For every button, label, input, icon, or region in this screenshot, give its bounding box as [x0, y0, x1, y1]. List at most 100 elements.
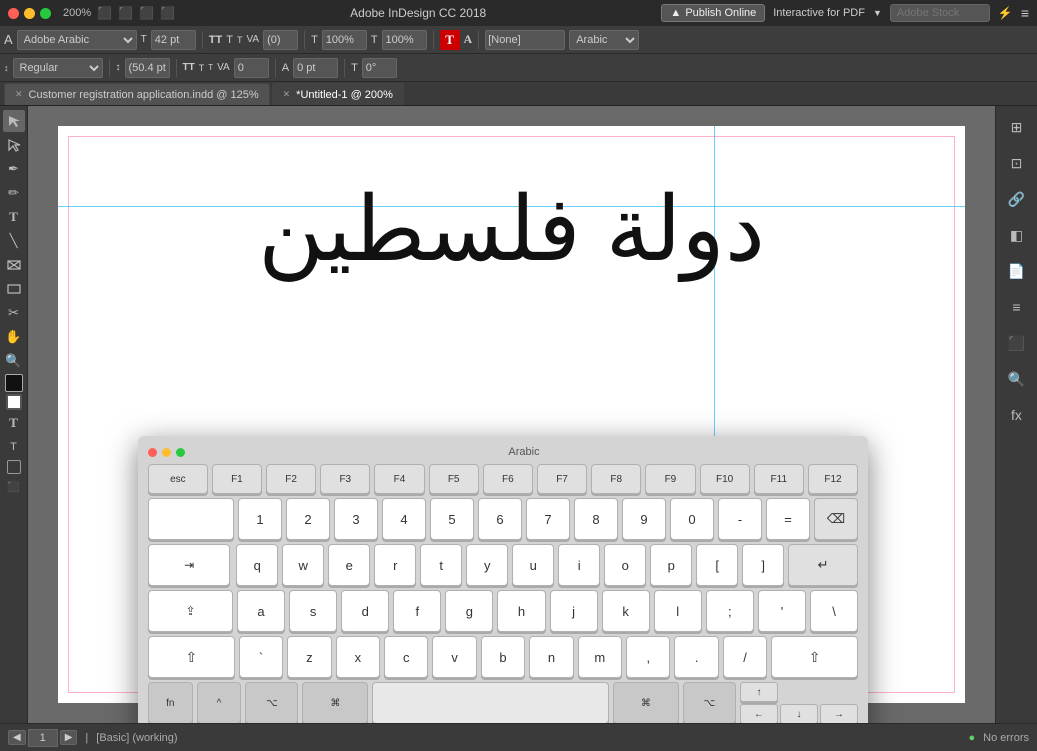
libraries-panel-icon[interactable]: ⊡ [1000, 146, 1034, 180]
right-arrow-key[interactable]: → [820, 704, 858, 723]
page-number-input[interactable] [28, 729, 58, 747]
f6-key[interactable]: F6 [483, 464, 533, 494]
v-key[interactable]: v [432, 636, 476, 678]
period-key[interactable]: . [674, 636, 718, 678]
scissors-tool[interactable]: ✂ [3, 302, 25, 324]
1-key[interactable]: 1 [238, 498, 282, 540]
interactive-pdf-label[interactable]: Interactive for PDF [773, 7, 865, 19]
tab-key[interactable]: ⇥ [148, 544, 230, 586]
w-key[interactable]: w [282, 544, 324, 586]
f10-key[interactable]: F10 [700, 464, 750, 494]
f2-key[interactable]: F2 [266, 464, 316, 494]
right-cmd-key[interactable]: ⌘ [613, 682, 679, 723]
lightning-icon[interactable]: ⚡ [998, 6, 1013, 20]
e-key[interactable]: e [328, 544, 370, 586]
l-key[interactable]: l [654, 590, 702, 632]
lbracket-key[interactable]: [ [696, 544, 738, 586]
pen-tool[interactable]: ✒ [3, 158, 25, 180]
skew-input[interactable] [362, 58, 397, 78]
menu-icon-4[interactable]: ⬛ [160, 6, 175, 20]
alt-key[interactable]: ⌥ [245, 682, 298, 723]
backtick-key[interactable] [148, 498, 234, 540]
maximize-button[interactable] [40, 8, 51, 19]
rectangle-tool[interactable] [3, 278, 25, 300]
tab-close-icon-2[interactable]: ✕ [283, 89, 291, 100]
p-key[interactable]: p [650, 544, 692, 586]
language-selector[interactable]: Arabic [569, 30, 639, 50]
selection-tool[interactable] [3, 110, 25, 132]
fill-color[interactable] [5, 374, 23, 392]
up-arrow-key[interactable]: ↑ [740, 682, 778, 702]
j-key[interactable]: j [550, 590, 598, 632]
minimize-button[interactable] [24, 8, 35, 19]
equals-key[interactable]: = [766, 498, 810, 540]
ctrl-key[interactable]: ^ [197, 682, 242, 723]
caps-lock-key[interactable]: ⇪ [148, 590, 233, 632]
i-key[interactable]: i [558, 544, 600, 586]
tab-untitled[interactable]: ✕ *Untitled-1 @ 200% [272, 83, 404, 105]
space-key[interactable] [372, 682, 609, 723]
f4-key[interactable]: F4 [374, 464, 424, 494]
f11-key[interactable]: F11 [754, 464, 804, 494]
menu-icon-1[interactable]: ⬛ [97, 6, 112, 20]
f9-key[interactable]: F9 [645, 464, 695, 494]
text-fill-icon[interactable]: T [440, 30, 460, 50]
direct-selection-tool[interactable] [3, 134, 25, 156]
baseline-input[interactable] [293, 58, 338, 78]
left-arrow-key[interactable]: ← [740, 704, 778, 723]
enter-key[interactable]: ↵ [788, 544, 858, 586]
next-page-button[interactable]: ▶ [60, 730, 78, 745]
c-key[interactable]: c [384, 636, 428, 678]
minus-key[interactable]: - [718, 498, 762, 540]
preview-mode[interactable]: ⬛ [3, 476, 25, 498]
font-selector[interactable]: Adobe Arabic [17, 30, 137, 50]
6-key[interactable]: 6 [478, 498, 522, 540]
swatches-panel-icon[interactable]: ⬛ [1000, 326, 1034, 360]
s-key[interactable]: s [289, 590, 337, 632]
menu-icon-2[interactable]: ⬛ [118, 6, 133, 20]
q-key[interactable]: q [236, 544, 278, 586]
stroke-panel-icon[interactable]: ≡ [1000, 290, 1034, 324]
selection-tool-icon[interactable]: A [4, 32, 13, 47]
search-input[interactable] [890, 4, 990, 22]
f12-key[interactable]: F12 [808, 464, 858, 494]
tracking-input[interactable] [263, 30, 298, 50]
v-scale-input[interactable] [382, 30, 427, 50]
links-panel-icon[interactable]: 🔗 [1000, 182, 1034, 216]
u-key[interactable]: u [512, 544, 554, 586]
0-key[interactable]: 0 [670, 498, 714, 540]
quote-key[interactable]: ' [758, 590, 806, 632]
layers-panel-icon[interactable]: ◧ [1000, 218, 1034, 252]
normal-view[interactable] [7, 460, 21, 474]
h-scale-input[interactable] [322, 30, 367, 50]
z-key[interactable]: z [287, 636, 331, 678]
find-panel-icon[interactable]: 🔍 [1000, 362, 1034, 396]
esc-key[interactable]: esc [148, 464, 208, 494]
4-key[interactable]: 4 [382, 498, 426, 540]
close-button[interactable] [8, 8, 19, 19]
effects-panel-icon[interactable]: fx [1000, 398, 1034, 432]
fn-key[interactable]: fn [148, 682, 193, 723]
rbracket-key[interactable]: ] [742, 544, 784, 586]
kb-close[interactable] [148, 448, 157, 457]
tab-customer-reg[interactable]: ✕ Customer registration application.indd… [4, 83, 270, 105]
grave-key[interactable]: ` [239, 636, 283, 678]
f3-key[interactable]: F3 [320, 464, 370, 494]
n-key[interactable]: n [529, 636, 573, 678]
m-key[interactable]: m [578, 636, 622, 678]
slash-key[interactable]: / [723, 636, 767, 678]
line-tool[interactable]: ╲ [3, 230, 25, 252]
y-key[interactable]: y [466, 544, 508, 586]
f1-key[interactable]: F1 [212, 464, 262, 494]
2-key[interactable]: 2 [286, 498, 330, 540]
type-tool[interactable]: T [3, 206, 25, 228]
font-size-input[interactable] [151, 30, 196, 50]
r-key[interactable]: r [374, 544, 416, 586]
prev-page-button[interactable]: ◀ [8, 730, 26, 745]
chevron-down-icon[interactable]: ▼ [873, 8, 882, 18]
left-shift-key[interactable]: ⇧ [148, 636, 235, 678]
f-key[interactable]: f [393, 590, 441, 632]
9-key[interactable]: 9 [622, 498, 666, 540]
f8-key[interactable]: F8 [591, 464, 641, 494]
menu-icon-right[interactable]: ≡ [1021, 5, 1029, 21]
